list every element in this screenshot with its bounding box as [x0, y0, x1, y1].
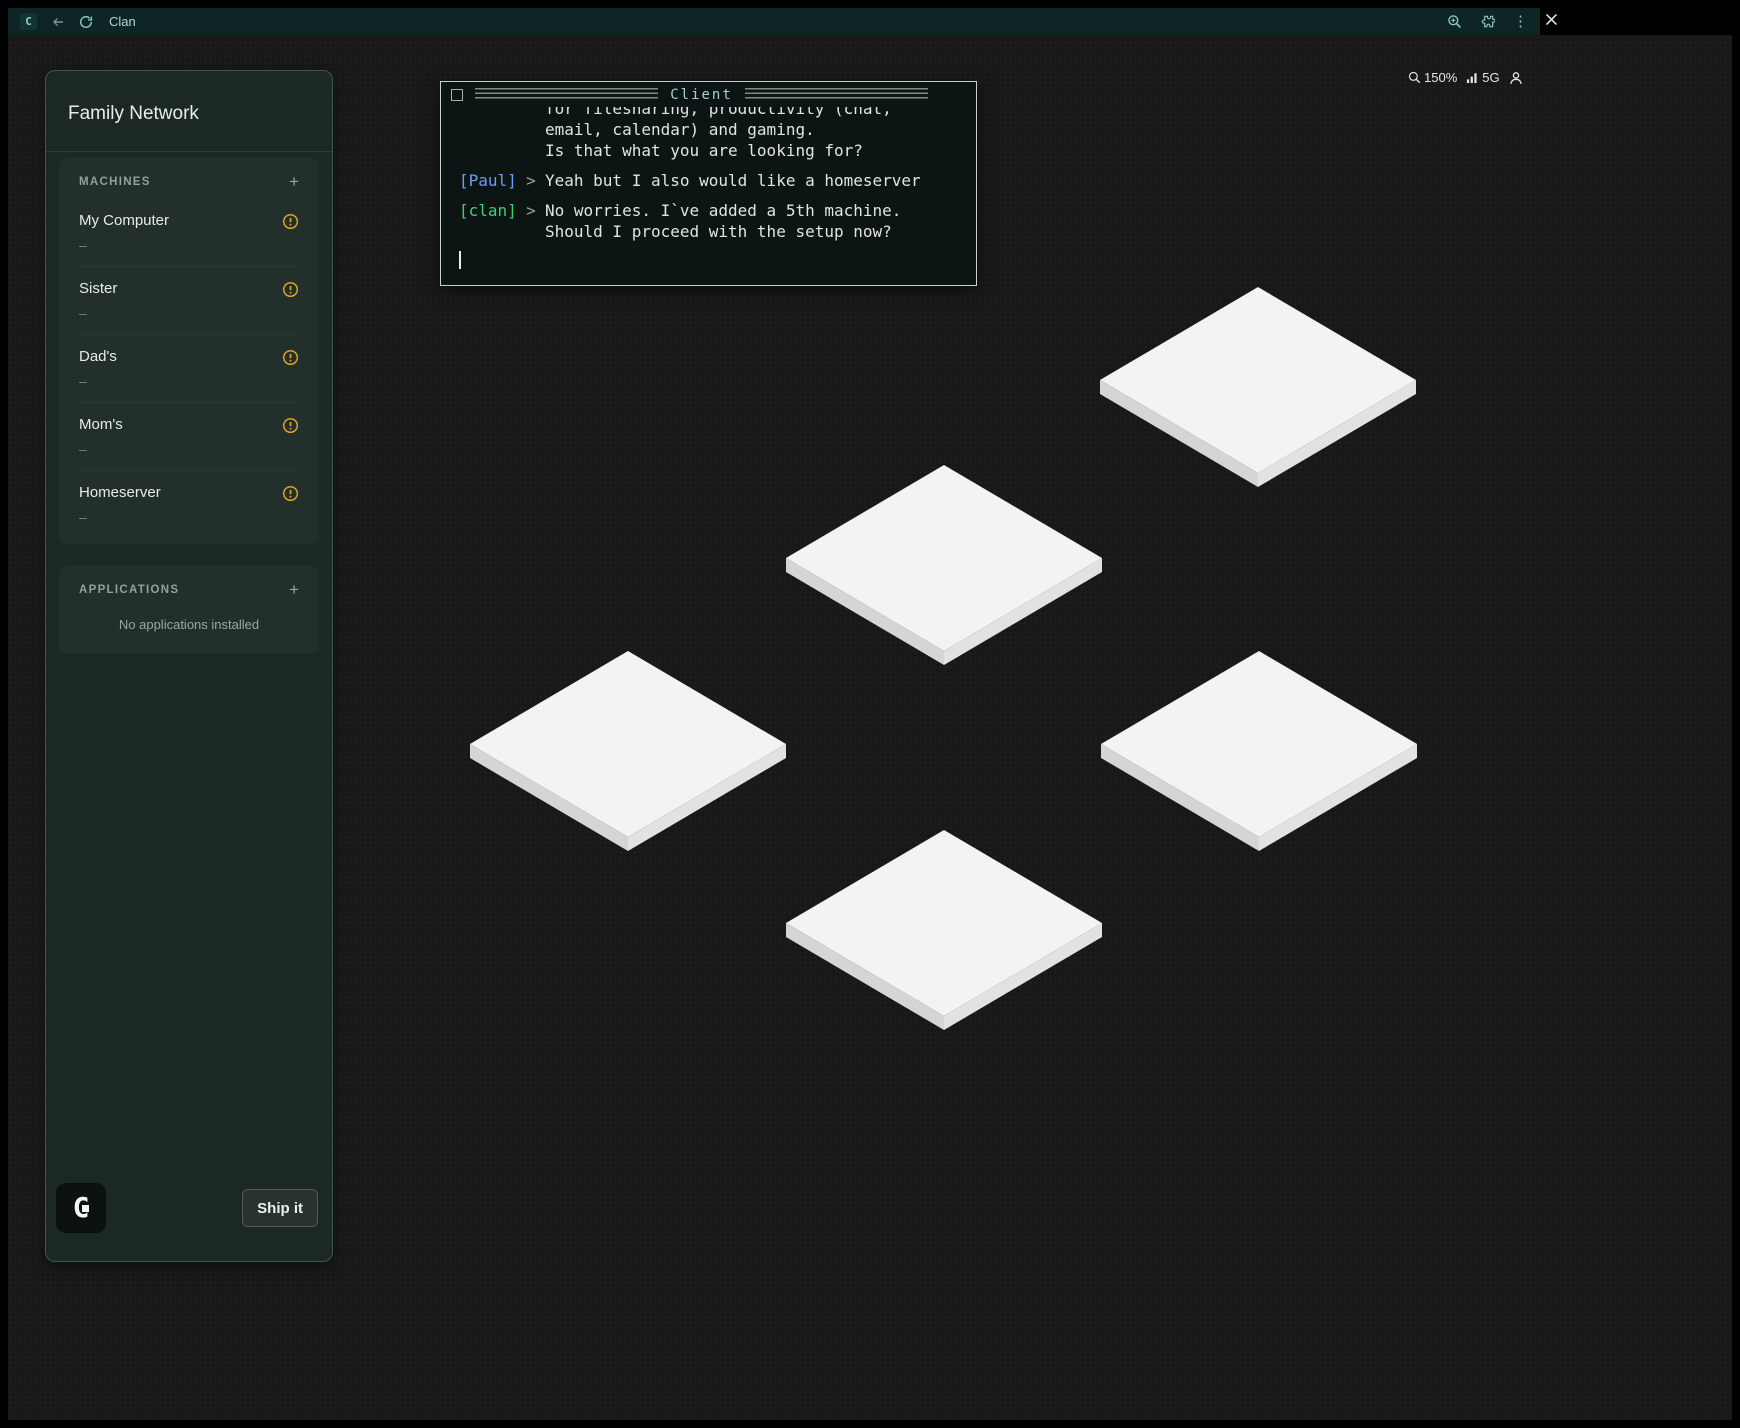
- clan-logo-glyph: C: [73, 1194, 90, 1222]
- network-label: 5G: [1482, 70, 1499, 85]
- machine-name: Sister: [79, 280, 117, 298]
- menu-kebab-icon[interactable]: ⋮: [1513, 14, 1528, 29]
- canvas-hud: 150% 5G: [1408, 70, 1523, 85]
- machine-status-text: –: [79, 373, 299, 389]
- back-icon[interactable]: [51, 15, 65, 29]
- machine-tile[interactable]: [786, 465, 1102, 665]
- signal-bars-icon: [1466, 71, 1479, 84]
- machine-status-icon: [282, 281, 299, 298]
- add-application-button[interactable]: +: [289, 581, 299, 598]
- machine-name: My Computer: [79, 212, 169, 230]
- machines-card: MACHINES + My Computer – Sister: [59, 158, 319, 544]
- message-arrow: [517, 107, 545, 161]
- window-control-icon[interactable]: [451, 89, 463, 101]
- panel-title: Family Network: [46, 71, 332, 151]
- terminal-message: [clan] > No worries. I`ve added a 5th ma…: [459, 200, 962, 242]
- machines-header: MACHINES: [79, 176, 151, 188]
- clan-logo: C: [56, 1183, 106, 1233]
- zoom-magnifier-icon: [1408, 71, 1421, 84]
- zoom-level-label: 150%: [1424, 70, 1457, 85]
- message-text: Yeah but I also would like a homeserver: [545, 170, 962, 191]
- machine-status-icon: [282, 485, 299, 502]
- machines-list: My Computer – Sister –: [59, 199, 319, 544]
- machine-tile[interactable]: [1101, 651, 1417, 851]
- user-icon: [1509, 71, 1523, 85]
- add-machine-button[interactable]: +: [289, 173, 299, 190]
- reload-icon[interactable]: [79, 15, 93, 29]
- titlebar-stripes: [475, 88, 658, 101]
- machine-list-item[interactable]: Mom's –: [79, 402, 299, 470]
- machine-list-item[interactable]: Homeserver –: [79, 470, 299, 538]
- titlebar-stripes: [745, 88, 928, 101]
- machine-status-icon: [282, 417, 299, 434]
- machine-name: Homeserver: [79, 484, 161, 502]
- message-text: No worries. I`ve added a 5th machine.Sho…: [545, 200, 962, 242]
- machine-tile[interactable]: [786, 830, 1102, 1030]
- extensions-icon[interactable]: [1480, 14, 1495, 29]
- machine-status-text: –: [79, 509, 299, 525]
- terminal-message: for filesharing, productivity (chat,emai…: [459, 107, 962, 161]
- tab-title: Clan: [109, 14, 136, 29]
- machine-tile[interactable]: [1100, 287, 1416, 487]
- machine-status-text: –: [79, 237, 299, 253]
- terminal-titlebar[interactable]: Client: [441, 82, 976, 107]
- message-speaker: [459, 107, 517, 161]
- clan-favicon-icon: C: [20, 13, 37, 30]
- applications-card: APPLICATIONS + No applications installed: [59, 566, 319, 654]
- terminal-title: Client: [670, 87, 733, 103]
- family-network-panel: Family Network MACHINES + My Computer – …: [45, 70, 333, 1262]
- machine-tile[interactable]: [470, 651, 786, 851]
- machine-list-item[interactable]: Sister –: [79, 266, 299, 334]
- client-terminal-window: Client for filesharing, productivity (ch…: [440, 81, 977, 286]
- message-arrow: >: [517, 200, 545, 242]
- applications-header: APPLICATIONS: [79, 584, 179, 596]
- message-speaker: [clan]: [459, 200, 517, 242]
- machine-status-text: –: [79, 305, 299, 321]
- terminal-message: [Paul] > Yeah but I also would like a ho…: [459, 170, 962, 191]
- close-icon[interactable]: [1545, 13, 1558, 26]
- machine-status-text: –: [79, 441, 299, 457]
- message-text: for filesharing, productivity (chat,emai…: [545, 107, 962, 161]
- machine-status-icon: [282, 349, 299, 366]
- machine-name: Mom's: [79, 416, 123, 434]
- zoom-icon[interactable]: [1447, 14, 1462, 29]
- terminal-cursor: [459, 251, 461, 269]
- applications-empty-text: No applications installed: [59, 607, 319, 654]
- machine-list-item[interactable]: Dad's –: [79, 334, 299, 402]
- browser-topbar: C Clan ⋮: [8, 8, 1540, 35]
- machine-list-item[interactable]: My Computer –: [79, 199, 299, 266]
- machine-name: Dad's: [79, 348, 117, 366]
- message-arrow: >: [517, 170, 545, 191]
- ship-it-button[interactable]: Ship it: [242, 1189, 318, 1227]
- machine-status-icon: [282, 213, 299, 230]
- message-speaker: [Paul]: [459, 170, 517, 191]
- terminal-messages: for filesharing, productivity (chat,emai…: [441, 107, 976, 285]
